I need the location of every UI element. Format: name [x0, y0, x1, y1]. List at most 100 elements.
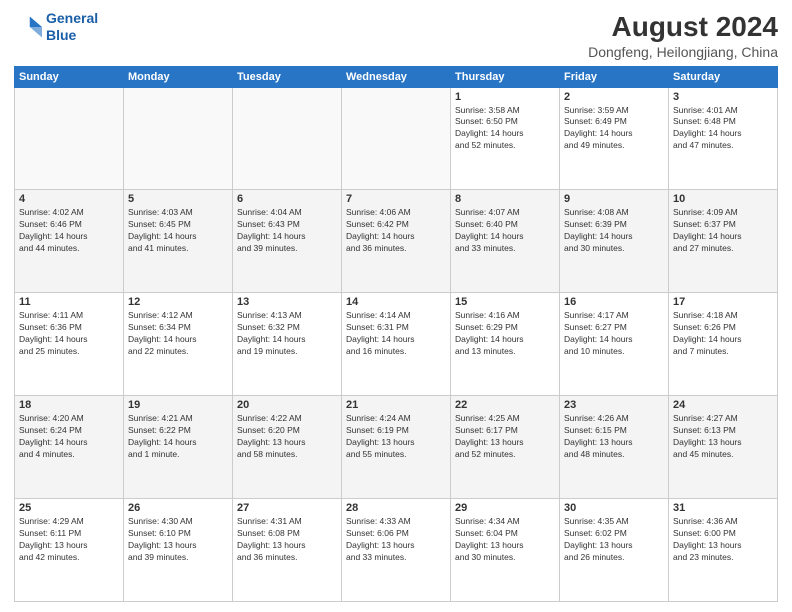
day-info-8: Sunrise: 4:07 AM Sunset: 6:40 PM Dayligh…: [455, 207, 555, 255]
day-num-14: 14: [346, 296, 446, 308]
logo-icon: [14, 13, 42, 41]
day-num-26: 26: [128, 502, 228, 514]
week-row-3: 11 Sunrise: 4:11 AM Sunset: 6:36 PM Dayli…: [15, 293, 778, 396]
header: General Blue August 2024 Dongfeng, Heilo…: [14, 10, 778, 60]
cell-2-2: 5 Sunrise: 4:03 AM Sunset: 6:45 PM Daylig…: [124, 190, 233, 293]
day-info-20: Sunrise: 4:22 AM Sunset: 6:20 PM Dayligh…: [237, 413, 337, 461]
cell-5-6: 30Sunrise: 4:35 AM Sunset: 6:02 PM Dayli…: [560, 499, 669, 602]
cell-4-5: 22 Sunrise: 4:25 AM Sunset: 6:17 PM Dayli…: [451, 396, 560, 499]
day-num-16: 16: [564, 296, 664, 308]
cell-3-3: 13Sunrise: 4:13 AM Sunset: 6:32 PM Dayli…: [233, 293, 342, 396]
day-info-3: Sunrise: 4:01 AM Sunset: 6:48 PM Dayligh…: [673, 105, 773, 153]
cell-3-4: 14 Sunrise: 4:14 AM Sunset: 6:31 PM Dayli…: [342, 293, 451, 396]
day-num-11: 11: [19, 296, 119, 308]
day-num-7: 7: [346, 193, 446, 205]
col-saturday: Saturday: [669, 66, 778, 87]
logo-line1: General: [46, 10, 98, 26]
calendar: Sunday Monday Tuesday Wednesday Thursday…: [14, 66, 778, 602]
day-num-5: 5: [128, 193, 228, 205]
col-tuesday: Tuesday: [233, 66, 342, 87]
calendar-body: 1 Sunrise: 3:58 AM Sunset: 6:50 PM Daylig…: [15, 87, 778, 601]
day-info-13: Sunrise: 4:13 AM Sunset: 6:32 PM Dayligh…: [237, 310, 337, 358]
day-info-5: Sunrise: 4:03 AM Sunset: 6:45 PM Dayligh…: [128, 207, 228, 255]
cell-4-6: 23 Sunrise: 4:26 AM Sunset: 6:15 PM Dayli…: [560, 396, 669, 499]
page: General Blue August 2024 Dongfeng, Heilo…: [0, 0, 792, 612]
day-num-22: 22: [455, 399, 555, 411]
day-num-1: 1: [455, 91, 555, 103]
cell-3-5: 15 Sunrise: 4:16 AM Sunset: 6:29 PM Dayli…: [451, 293, 560, 396]
day-info-14: Sunrise: 4:14 AM Sunset: 6:31 PM Dayligh…: [346, 310, 446, 358]
day-num-10: 10: [673, 193, 773, 205]
day-info-19: Sunrise: 4:21 AM Sunset: 6:22 PM Dayligh…: [128, 413, 228, 461]
day-info-11: Sunrise: 4:11 AM Sunset: 6:36 PM Dayligh…: [19, 310, 119, 358]
col-sunday: Sunday: [15, 66, 124, 87]
day-num-23: 23: [564, 399, 664, 411]
cell-1-1: [15, 87, 124, 190]
day-info-17: Sunrise: 4:18 AM Sunset: 6:26 PM Dayligh…: [673, 310, 773, 358]
cell-5-2: 26 Sunrise: 4:30 AM Sunset: 6:10 PM Dayli…: [124, 499, 233, 602]
day-info-10: Sunrise: 4:09 AM Sunset: 6:37 PM Dayligh…: [673, 207, 773, 255]
logo: General Blue: [14, 10, 98, 44]
cell-4-1: 18 Sunrise: 4:20 AM Sunset: 6:24 PM Dayli…: [15, 396, 124, 499]
day-info-2: Sunrise: 3:59 AM Sunset: 6:49 PM Dayligh…: [564, 105, 664, 153]
day-info-4: Sunrise: 4:02 AM Sunset: 6:46 PM Dayligh…: [19, 207, 119, 255]
week-row-2: 4 Sunrise: 4:02 AM Sunset: 6:46 PM Daylig…: [15, 190, 778, 293]
day-info-22: Sunrise: 4:25 AM Sunset: 6:17 PM Dayligh…: [455, 413, 555, 461]
cell-2-6: 9 Sunrise: 4:08 AM Sunset: 6:39 PM Daylig…: [560, 190, 669, 293]
col-monday: Monday: [124, 66, 233, 87]
day-num-18: 18: [19, 399, 119, 411]
day-num-31: 31: [673, 502, 773, 514]
week-row-4: 18 Sunrise: 4:20 AM Sunset: 6:24 PM Dayli…: [15, 396, 778, 499]
week-row-5: 25Sunrise: 4:29 AM Sunset: 6:11 PM Dayli…: [15, 499, 778, 602]
cell-1-6: 2 Sunrise: 3:59 AM Sunset: 6:49 PM Daylig…: [560, 87, 669, 190]
logo-line2: Blue: [46, 27, 76, 43]
day-num-2: 2: [564, 91, 664, 103]
cell-5-3: 27Sunrise: 4:31 AM Sunset: 6:08 PM Dayli…: [233, 499, 342, 602]
day-num-6: 6: [237, 193, 337, 205]
day-num-30: 30: [564, 502, 664, 514]
day-info-18: Sunrise: 4:20 AM Sunset: 6:24 PM Dayligh…: [19, 413, 119, 461]
cell-4-7: 24 Sunrise: 4:27 AM Sunset: 6:13 PM Dayli…: [669, 396, 778, 499]
day-info-24: Sunrise: 4:27 AM Sunset: 6:13 PM Dayligh…: [673, 413, 773, 461]
cell-3-6: 16Sunrise: 4:17 AM Sunset: 6:27 PM Dayli…: [560, 293, 669, 396]
calendar-header: Sunday Monday Tuesday Wednesday Thursday…: [15, 66, 778, 87]
day-num-28: 28: [346, 502, 446, 514]
cell-2-5: 8 Sunrise: 4:07 AM Sunset: 6:40 PM Daylig…: [451, 190, 560, 293]
cell-5-4: 28 Sunrise: 4:33 AM Sunset: 6:06 PM Dayli…: [342, 499, 451, 602]
day-num-9: 9: [564, 193, 664, 205]
day-info-27: Sunrise: 4:31 AM Sunset: 6:08 PM Dayligh…: [237, 516, 337, 564]
day-info-12: Sunrise: 4:12 AM Sunset: 6:34 PM Dayligh…: [128, 310, 228, 358]
day-num-29: 29: [455, 502, 555, 514]
cell-2-1: 4 Sunrise: 4:02 AM Sunset: 6:46 PM Daylig…: [15, 190, 124, 293]
cell-2-3: 6 Sunrise: 4:04 AM Sunset: 6:43 PM Daylig…: [233, 190, 342, 293]
cell-2-7: 10 Sunrise: 4:09 AM Sunset: 6:37 PM Dayli…: [669, 190, 778, 293]
cell-3-7: 17 Sunrise: 4:18 AM Sunset: 6:26 PM Dayli…: [669, 293, 778, 396]
day-info-23: Sunrise: 4:26 AM Sunset: 6:15 PM Dayligh…: [564, 413, 664, 461]
cell-5-7: 31Sunrise: 4:36 AM Sunset: 6:00 PM Dayli…: [669, 499, 778, 602]
cell-1-7: 3Sunrise: 4:01 AM Sunset: 6:48 PM Daylig…: [669, 87, 778, 190]
day-num-12: 12: [128, 296, 228, 308]
cell-4-3: 20Sunrise: 4:22 AM Sunset: 6:20 PM Dayli…: [233, 396, 342, 499]
day-num-17: 17: [673, 296, 773, 308]
day-info-1: Sunrise: 3:58 AM Sunset: 6:50 PM Dayligh…: [455, 105, 555, 153]
col-wednesday: Wednesday: [342, 66, 451, 87]
cell-1-3: [233, 87, 342, 190]
day-num-4: 4: [19, 193, 119, 205]
day-num-15: 15: [455, 296, 555, 308]
day-info-21: Sunrise: 4:24 AM Sunset: 6:19 PM Dayligh…: [346, 413, 446, 461]
cell-1-5: 1 Sunrise: 3:58 AM Sunset: 6:50 PM Daylig…: [451, 87, 560, 190]
cell-5-1: 25Sunrise: 4:29 AM Sunset: 6:11 PM Dayli…: [15, 499, 124, 602]
day-info-15: Sunrise: 4:16 AM Sunset: 6:29 PM Dayligh…: [455, 310, 555, 358]
day-info-28: Sunrise: 4:33 AM Sunset: 6:06 PM Dayligh…: [346, 516, 446, 564]
logo-text: General Blue: [46, 10, 98, 44]
day-num-25: 25: [19, 502, 119, 514]
day-info-26: Sunrise: 4:30 AM Sunset: 6:10 PM Dayligh…: [128, 516, 228, 564]
cell-5-5: 29Sunrise: 4:34 AM Sunset: 6:04 PM Dayli…: [451, 499, 560, 602]
day-num-24: 24: [673, 399, 773, 411]
col-friday: Friday: [560, 66, 669, 87]
day-num-19: 19: [128, 399, 228, 411]
day-num-8: 8: [455, 193, 555, 205]
day-info-9: Sunrise: 4:08 AM Sunset: 6:39 PM Dayligh…: [564, 207, 664, 255]
day-info-6: Sunrise: 4:04 AM Sunset: 6:43 PM Dayligh…: [237, 207, 337, 255]
cell-4-2: 19 Sunrise: 4:21 AM Sunset: 6:22 PM Dayli…: [124, 396, 233, 499]
